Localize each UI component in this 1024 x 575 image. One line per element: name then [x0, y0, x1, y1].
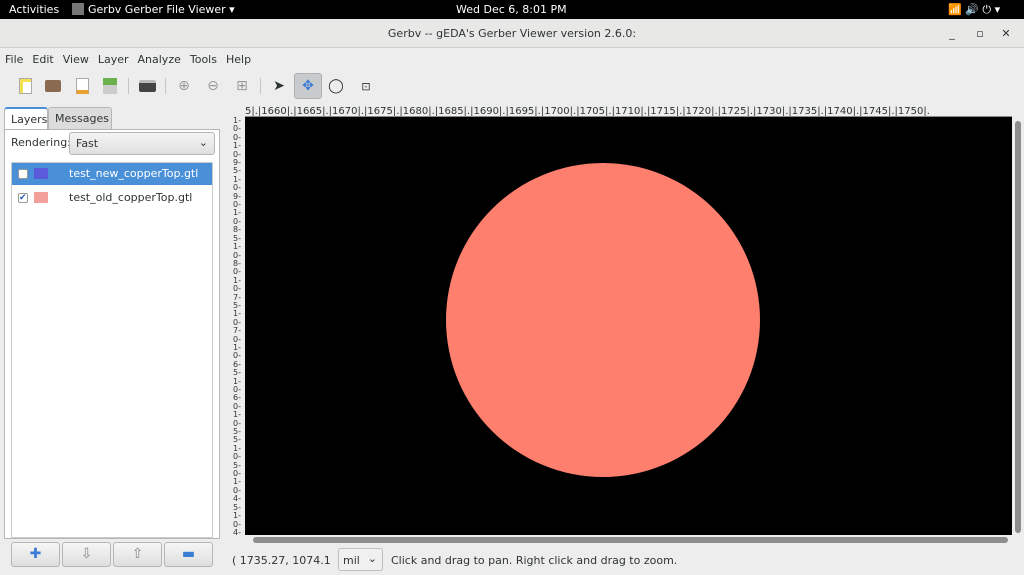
chevron-down-icon: ⌄ — [367, 552, 377, 565]
minimize-button[interactable]: _ — [942, 19, 962, 48]
zoom-tool-icon[interactable]: ◯ — [325, 75, 347, 97]
layers-panel: Rendering: Fast ⌄ test_new_copperTop.gtl … — [4, 129, 220, 539]
layer-color-swatch[interactable] — [34, 168, 48, 179]
status-message: Click and drag to pan. Right click and d… — [391, 554, 678, 567]
clock[interactable]: Wed Dec 6, 8:01 PM — [456, 3, 567, 16]
save-icon[interactable] — [99, 75, 121, 97]
menu-view[interactable]: View — [58, 50, 93, 66]
menu-bar: File Edit View Layer Analyze Tools Help — [0, 50, 1024, 70]
menu-tools[interactable]: Tools — [185, 50, 221, 66]
print-icon[interactable] — [136, 75, 158, 97]
revert-icon[interactable] — [71, 75, 93, 97]
zoom-fit-icon[interactable]: ⊞ — [231, 75, 253, 97]
circle-pad-shape — [446, 163, 760, 477]
title-bar: Gerbv -- gEDA's Gerber Viewer version 2.… — [0, 19, 1024, 48]
menu-file[interactable]: File — [0, 50, 27, 66]
tab-messages[interactable]: Messages — [48, 107, 112, 129]
toolbar: ⊕ ⊖ ⊞ ➤ ✥ ◯ ⊡ — [0, 70, 1024, 100]
rendering-select[interactable]: Fast ⌄ — [69, 132, 215, 155]
system-tray[interactable]: 📶 🔊 ⏻ ▾ — [948, 3, 1000, 17]
window-title: Gerbv -- gEDA's Gerber Viewer version 2.… — [387, 27, 637, 40]
layer-row[interactable]: ✔ test_old_copperTop.gtl — [12, 187, 212, 209]
menu-analyze[interactable]: Analyze — [133, 50, 185, 66]
unit-select[interactable]: mil ⌄ — [338, 548, 383, 571]
system-top-bar: Activities Gerbv Gerber File Viewer ▾ We… — [0, 0, 1024, 19]
chevron-down-icon: ⌄ — [198, 136, 208, 149]
horizontal-scroll-thumb[interactable] — [253, 537, 1008, 543]
rendering-label: Rendering: — [11, 136, 71, 149]
layer-row[interactable]: test_new_copperTop.gtl — [12, 163, 212, 185]
layer-visibility-checkbox[interactable]: ✔ — [18, 193, 28, 203]
layer-color-swatch[interactable] — [34, 192, 48, 203]
layer-name: test_old_copperTop.gtl — [69, 191, 193, 204]
measure-tool-icon[interactable]: ⊡ — [355, 75, 377, 97]
menu-help[interactable]: Help — [221, 50, 255, 66]
coordinates-readout: ( 1735.27, 1074.1 — [232, 554, 331, 567]
zoom-out-icon[interactable]: ⊖ — [202, 75, 224, 97]
vertical-scroll-thumb[interactable] — [1015, 121, 1021, 533]
vertical-ruler: 1-0-0-1-0-9-5-1-0-9-0-1-0-8-5-1-0-8-0-1-… — [233, 117, 241, 535]
rendering-row: Rendering: Fast ⌄ — [11, 132, 215, 155]
horizontal-scrollbar[interactable] — [245, 535, 1012, 545]
add-layer-button[interactable]: ✚ — [11, 542, 60, 567]
app-icon — [72, 3, 84, 15]
vertical-scrollbar[interactable] — [1012, 117, 1024, 535]
layer-name: test_new_copperTop.gtl — [69, 167, 199, 180]
app-menu[interactable]: Gerbv Gerber File Viewer ▾ — [88, 3, 235, 16]
drawing-canvas[interactable] — [245, 117, 1012, 535]
activities-button[interactable]: Activities — [9, 3, 59, 16]
zoom-in-icon[interactable]: ⊕ — [173, 75, 195, 97]
layer-list: test_new_copperTop.gtl ✔ test_old_copper… — [11, 162, 213, 538]
open-project-icon[interactable] — [42, 75, 64, 97]
unit-value: mil — [343, 554, 360, 567]
remove-layer-button[interactable]: ▬ — [164, 542, 213, 567]
layer-visibility-checkbox[interactable] — [18, 169, 28, 179]
new-project-icon[interactable] — [14, 75, 36, 97]
pan-tool-icon[interactable]: ✥ — [294, 73, 322, 99]
rendering-value: Fast — [76, 137, 99, 150]
menu-layer[interactable]: Layer — [93, 50, 133, 66]
close-button[interactable]: ✕ — [996, 19, 1016, 48]
maximize-button[interactable]: ▫ — [970, 19, 990, 48]
tab-layers[interactable]: Layers — [4, 107, 48, 130]
pointer-tool-icon[interactable]: ➤ — [268, 75, 290, 97]
status-bar: ( 1735.27, 1074.1 mil ⌄ Click and drag to… — [232, 548, 1022, 572]
menu-edit[interactable]: Edit — [27, 50, 57, 66]
horizontal-ruler: 5|.|1660|.|1665|.|1670|.|1675|.|1680|.|1… — [245, 106, 1012, 117]
move-layer-up-button[interactable]: ⇧ — [113, 542, 162, 567]
move-layer-down-button[interactable]: ⇩ — [62, 542, 111, 567]
